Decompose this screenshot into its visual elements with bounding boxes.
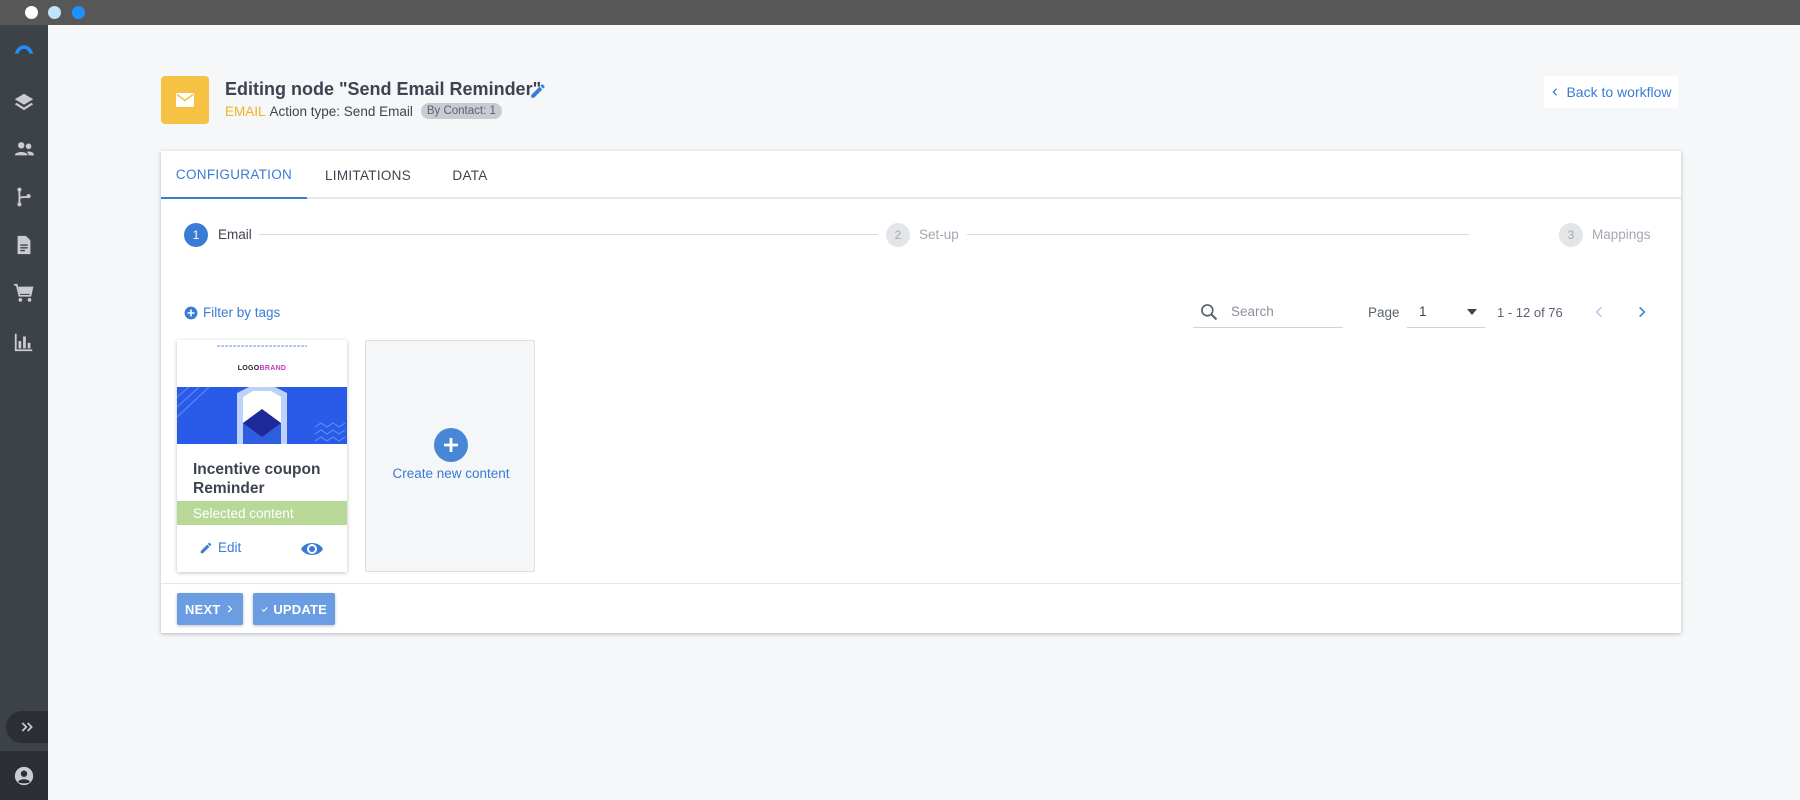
sidebar-item-analytics[interactable] [0,322,48,362]
bar-chart-icon [14,333,33,352]
add-content-icon [434,428,468,462]
tab-limitations[interactable]: LIMITATIONS [307,151,429,199]
double-chevron-right-icon [21,722,33,732]
people-icon [14,142,35,156]
check-icon [261,606,268,612]
user-account-button[interactable] [0,751,48,800]
create-new-content-label: Create new content [392,466,510,481]
account-circle-icon [14,766,34,785]
next-button-label: NEXT [185,601,221,617]
sidebar-item-commerce[interactable] [0,273,48,313]
chevron-right-icon [228,605,233,613]
pagination-range: 1 - 12 of 76 [1497,305,1563,320]
filter-by-tags-button[interactable]: Filter by tags [184,305,280,320]
edit-content-button[interactable]: Edit [199,540,241,555]
card-footer-divider [161,583,1681,584]
tab-configuration[interactable]: CONFIGURATION [161,151,307,199]
document-icon [17,235,31,255]
brand-logo-icon [14,45,34,54]
edit-title-icon[interactable] [529,82,547,100]
window-maximize-button[interactable] [72,6,85,19]
update-button-label: UPDATE [273,601,327,617]
filter-by-tags-label: Filter by tags [203,305,281,320]
email-icon [176,93,194,107]
content-title: Incentive coupon Reminder [193,461,321,497]
workflow-branch-icon [17,187,31,207]
thumbnail-logo-text: LOGO [237,365,260,372]
next-button[interactable]: NEXT [177,593,243,625]
node-type-badge [161,76,209,124]
cart-icon [13,283,34,302]
page-select-value: 1 [1419,304,1427,319]
selected-content-badge: Selected content [177,501,347,525]
thumbnail-brand-text: BRAND [259,365,287,372]
contact-badge: By Contact: 1 [420,103,502,119]
edit-content-label: Edit [218,540,242,555]
window-close-button[interactable] [25,6,38,19]
search-input[interactable] [1231,304,1331,319]
plus-icon [444,438,458,452]
search-box [1193,296,1343,328]
page-label: Page [1368,305,1400,320]
thumbnail-logo: LOGOBRAND [177,365,347,372]
next-page-button[interactable] [1629,299,1655,325]
step-3-circle[interactable]: 3 [1559,223,1583,247]
page-select[interactable]: 1 [1407,296,1485,328]
previous-page-button[interactable] [1586,299,1612,325]
sidebar-item-workflows[interactable] [0,177,48,217]
window-titlebar [0,0,1800,25]
step-3-label[interactable]: Mappings [1592,227,1651,242]
layers-icon [14,93,34,111]
node-subtitle: EMAIL Action type: Send Email By Contact… [225,103,502,119]
step-connector-1 [259,234,878,235]
content-thumbnail[interactable]: LOGOBRAND [177,340,347,444]
preview-eye-icon[interactable] [300,539,324,559]
editor-card: CONFIGURATION LIMITATIONS DATA 1 Email 2… [161,151,1681,633]
sidebar-item-layers[interactable] [0,82,48,122]
search-icon [1201,303,1218,320]
sidebar-item-documents[interactable] [0,225,48,265]
step-1-label[interactable]: Email [218,227,252,242]
step-2-circle[interactable]: 2 [886,223,910,247]
step-connector-2 [967,234,1469,235]
sidebar-expand-button[interactable] [6,711,48,743]
page-title: Editing node "Send Email Reminder" [225,79,542,99]
chevron-left-icon [1552,88,1558,96]
thumbnail-header-line [217,345,307,347]
update-button[interactable]: UPDATE [253,593,335,625]
back-to-workflow-label: Back to workflow [1566,84,1672,100]
pencil-icon [200,542,212,553]
caret-down-icon [1467,308,1477,315]
add-circle-icon [184,306,198,319]
sidebar-item-home[interactable] [0,30,48,70]
window-minimize-button[interactable] [48,6,61,19]
chevron-left-icon [1595,306,1602,318]
step-2-label[interactable]: Set-up [919,227,959,242]
envelope-illustration-icon [177,386,346,444]
content-card[interactable]: LOGOBRAND Incentive coupon Reminder Sele… [177,340,347,572]
create-new-content-card[interactable]: Create new content [365,340,535,572]
chevron-right-icon [1639,306,1646,318]
thumbnail-banner [177,386,347,444]
sidebar [0,25,48,800]
sidebar-item-contacts[interactable] [0,129,48,169]
tab-data[interactable]: DATA [429,151,511,199]
tab-bar: CONFIGURATION LIMITATIONS DATA [161,151,1681,199]
back-to-workflow-button[interactable]: Back to workflow [1544,76,1678,108]
step-1-circle[interactable]: 1 [184,223,208,247]
type-tag: EMAIL [225,103,266,119]
action-type: Action type: Send Email [269,103,413,119]
